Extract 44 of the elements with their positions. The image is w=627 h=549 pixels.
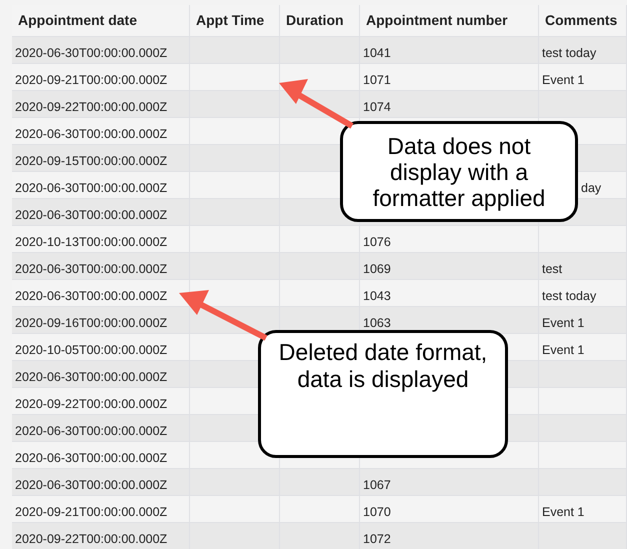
table-cell: 2020-09-22T00:00:00.000Z bbox=[15, 532, 168, 546]
table-cell: day bbox=[581, 181, 602, 195]
table-cell: 2020-06-30T00:00:00.000Z bbox=[15, 289, 168, 303]
table-cell: 1067 bbox=[363, 478, 391, 492]
table-cell: Event 1 bbox=[542, 505, 584, 519]
table-cell: 2020-06-30T00:00:00.000Z bbox=[15, 208, 168, 222]
table-cell: 1072 bbox=[363, 532, 391, 546]
table-cell: test today bbox=[542, 46, 596, 60]
table-cell: 2020-09-22T00:00:00.000Z bbox=[15, 100, 168, 114]
table-cell: Event 1 bbox=[542, 316, 584, 330]
table-cell: 2020-06-30T00:00:00.000Z bbox=[15, 127, 168, 141]
table-cell: 1043 bbox=[363, 289, 391, 303]
column-header[interactable]: Appointment date bbox=[18, 10, 137, 31]
table-cell: 2020-06-30T00:00:00.000Z bbox=[15, 370, 168, 384]
column-header[interactable]: Comments bbox=[545, 10, 618, 31]
table-cell: test bbox=[542, 262, 562, 276]
table-cell: 2020-09-15T00:00:00.000Z bbox=[15, 154, 168, 168]
table-cell: Event 1 bbox=[542, 343, 584, 357]
column-header[interactable]: Appointment number bbox=[366, 10, 508, 31]
column-header[interactable]: Duration bbox=[286, 10, 344, 31]
table-cell: 2020-09-21T00:00:00.000Z bbox=[15, 73, 168, 87]
table-cell: 1041 bbox=[363, 46, 391, 60]
table-cell: 2020-06-30T00:00:00.000Z bbox=[15, 262, 168, 276]
table-cell: test today bbox=[542, 289, 596, 303]
table-cell: 2020-10-13T00:00:00.000Z bbox=[15, 235, 168, 249]
callout: Data does not display with a formatter applied bbox=[340, 121, 578, 222]
column-header[interactable]: Appt Time bbox=[196, 10, 264, 31]
table-cell: 2020-06-30T00:00:00.000Z bbox=[15, 424, 168, 438]
table-cell: 1076 bbox=[363, 235, 391, 249]
table-cell: 2020-09-16T00:00:00.000Z bbox=[15, 316, 168, 330]
table-cell: 1063 bbox=[363, 316, 391, 330]
table-cell: 2020-10-05T00:00:00.000Z bbox=[15, 343, 168, 357]
table-cell: 1070 bbox=[363, 505, 391, 519]
table-cell: 2020-06-30T00:00:00.000Z bbox=[15, 46, 168, 60]
table-cell: 1069 bbox=[363, 262, 391, 276]
table-cell: 1071 bbox=[363, 73, 391, 87]
table-cell: Event 1 bbox=[542, 73, 584, 87]
table-cell: 2020-06-30T00:00:00.000Z bbox=[15, 478, 168, 492]
table-cell: 1074 bbox=[363, 100, 391, 114]
table-cell: 2020-06-30T00:00:00.000Z bbox=[15, 451, 168, 465]
table-cell: 2020-06-30T00:00:00.000Z bbox=[15, 181, 168, 195]
table-cell: 2020-09-22T00:00:00.000Z bbox=[15, 397, 168, 411]
callout: Deleted date format, data is displayed bbox=[258, 330, 508, 458]
table-cell: 2020-09-21T00:00:00.000Z bbox=[15, 505, 168, 519]
